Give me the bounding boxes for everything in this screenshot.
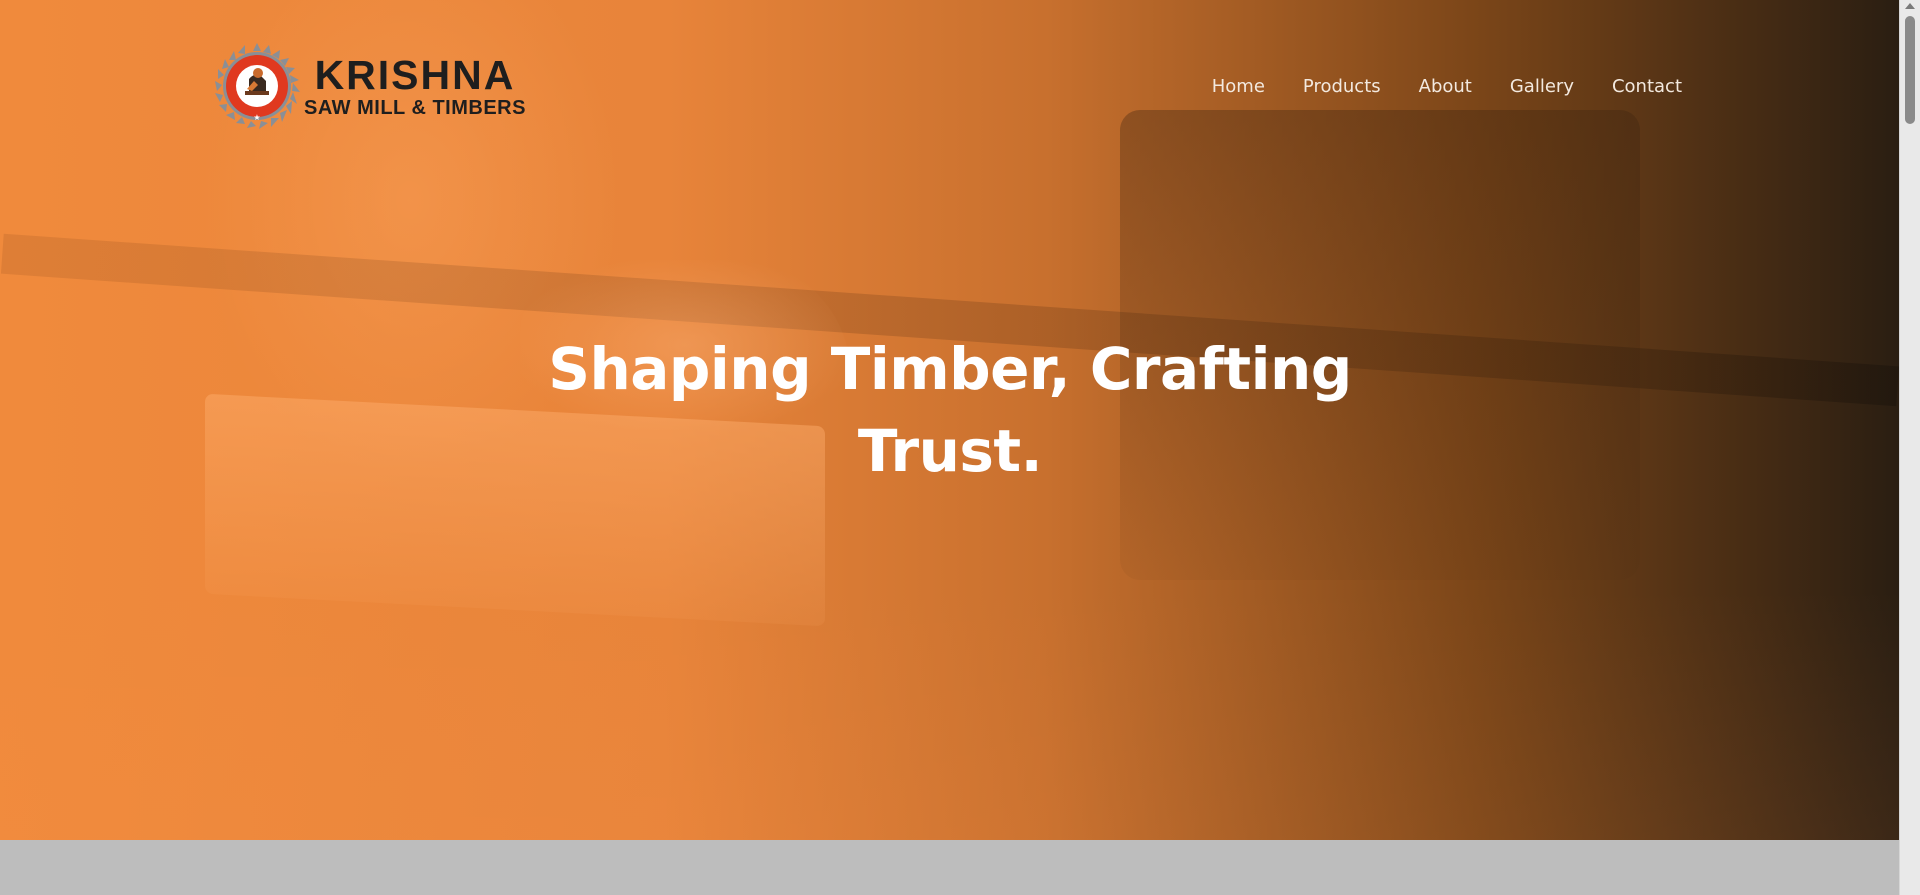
logo-text: KRISHNA SAW MILL & TIMBERS — [304, 51, 526, 119]
hero-headline-line-2: Trust. — [857, 417, 1043, 485]
saw-blade-badge-icon: ★ — [214, 43, 300, 129]
hero-headline: Shaping Timber, Crafting Trust. — [0, 328, 1900, 492]
main-nav: Home Products About Gallery Contact — [1212, 76, 1682, 97]
site-header: ★ KRISHNA SAW MILL & TIMBERS Home Produc… — [0, 0, 1900, 180]
nav-products-link[interactable]: Products — [1303, 76, 1381, 97]
nav-about-link[interactable]: About — [1419, 76, 1472, 97]
scrollbar-thumb[interactable] — [1905, 16, 1915, 124]
next-section — [0, 840, 1900, 895]
hero-headline-line-1: Shaping Timber, Crafting — [548, 335, 1352, 403]
page: Shaping Timber, Crafting Trust. ★ KRISHN… — [0, 0, 1920, 895]
page-scrollbar[interactable] — [1899, 0, 1920, 895]
nav-home-link[interactable]: Home — [1212, 76, 1265, 97]
brand-name: KRISHNA — [314, 51, 516, 98]
brand-tagline: SAW MILL & TIMBERS — [304, 96, 526, 119]
scroll-up-arrow-icon[interactable] — [1905, 3, 1915, 9]
svg-text:★: ★ — [253, 113, 260, 122]
nav-contact-link[interactable]: Contact — [1612, 76, 1682, 97]
site-logo[interactable]: ★ KRISHNA SAW MILL & TIMBERS — [214, 43, 526, 129]
nav-gallery-link[interactable]: Gallery — [1510, 76, 1574, 97]
